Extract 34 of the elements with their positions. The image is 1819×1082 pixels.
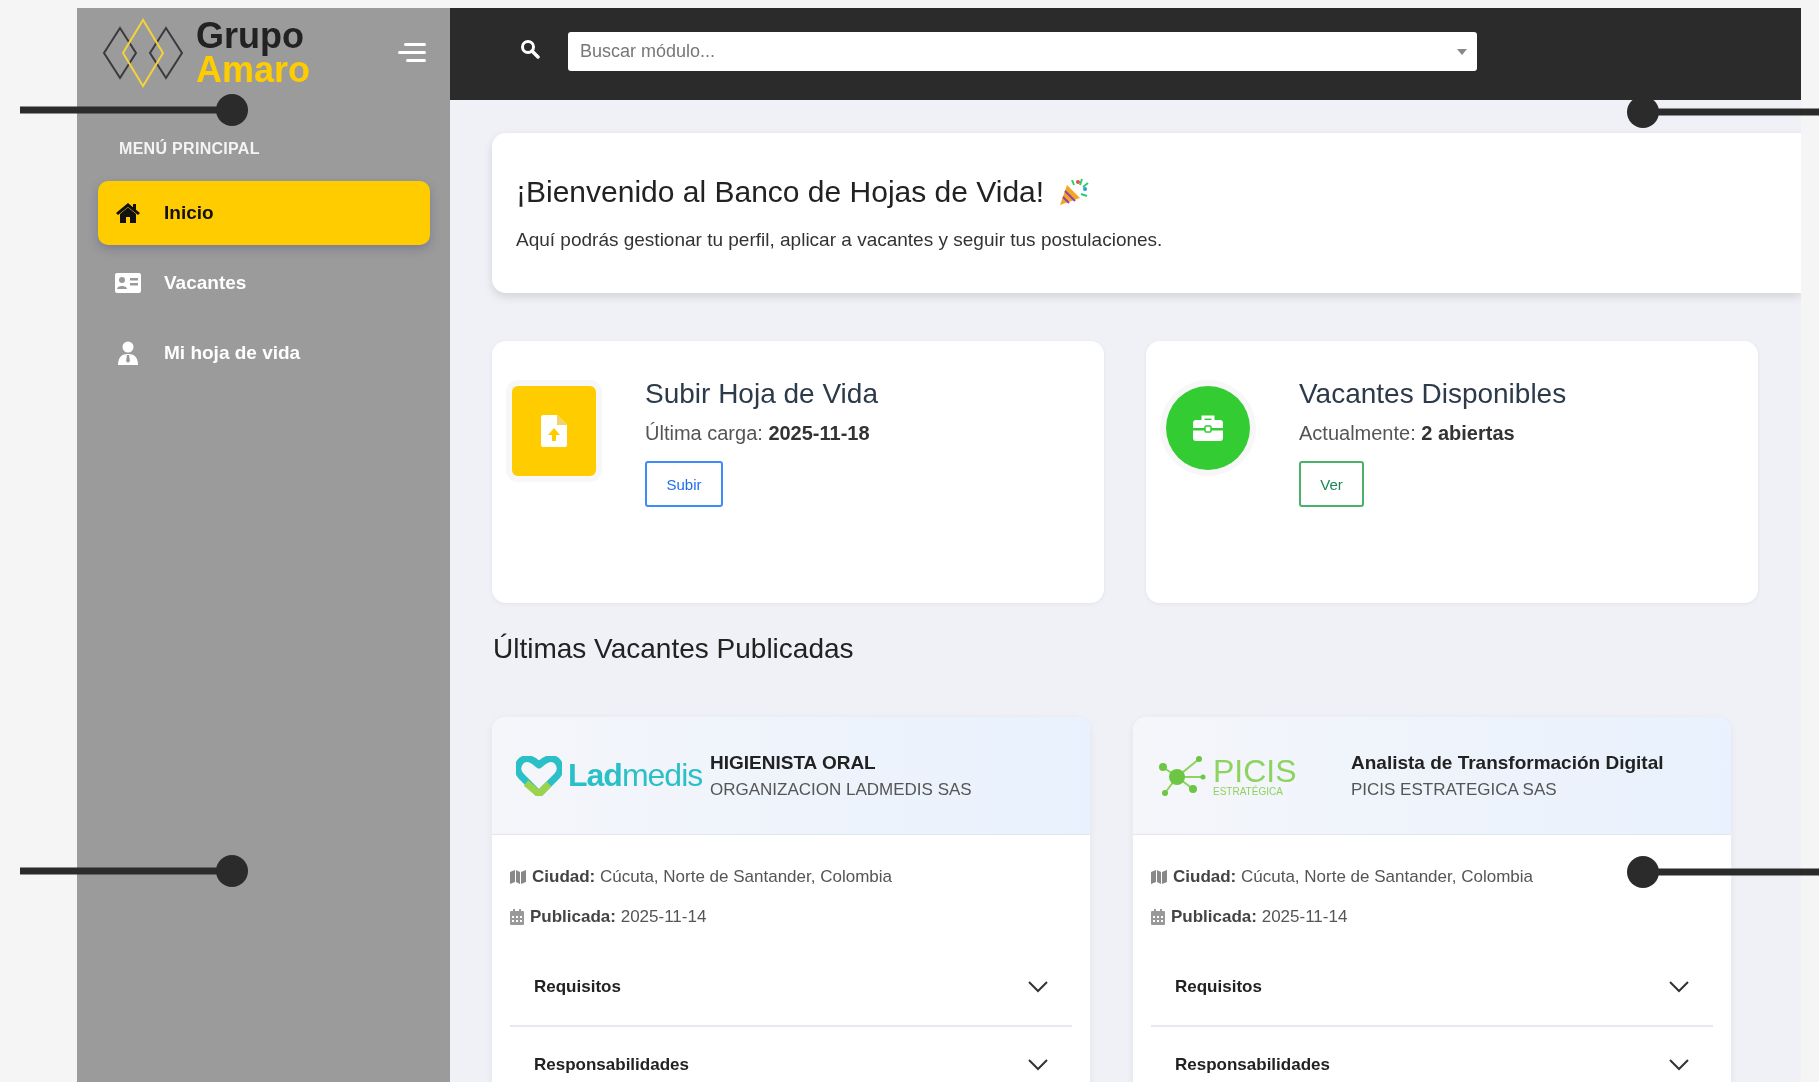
job-title: Analista de Transformación Digital — [1351, 751, 1664, 774]
section-title: MENÚ PRINCIPAL — [119, 140, 261, 158]
heart-logo-icon — [516, 755, 562, 796]
company-name: ORGANIZACION LADMEDIS SAS — [710, 779, 972, 800]
field-text: Ciudad: Cúcuta, Norte de Santander, Colombia — [532, 867, 892, 887]
logo-text: PICIS — [1213, 754, 1297, 787]
welcome-text: Aquí podrás gestionar tu perfil, aplicar a vacantes y seguir tus postulaciones. — [516, 229, 1164, 251]
search-field[interactable]: Buscar módulo... — [568, 31, 1477, 71]
field-text: Ciudad: Cúcuta, Norte de Santander, Colombia — [1173, 867, 1533, 887]
company-name: PICIS ESTRATEGICA SAS — [1351, 779, 1558, 800]
logo-text: Ladmedis — [568, 757, 703, 794]
job-title: HIGIENISTA ORAL — [710, 751, 877, 774]
stat-text: Última carga: 2025-11-18 — [645, 422, 870, 445]
map-icon — [1151, 870, 1167, 884]
section-heading: Últimas Vacantes Publicadas — [493, 633, 855, 665]
menu-icon[interactable] — [398, 42, 426, 64]
card-title: Subir Hoja de Vida — [645, 378, 878, 410]
upload-button[interactable]: Subir — [645, 461, 723, 507]
stat-text: Actualmente: 2 abiertas — [1299, 422, 1515, 445]
home-icon — [114, 202, 142, 224]
field-text: Publicada: 2025-11-14 — [1171, 907, 1348, 927]
view-button[interactable]: Ver — [1299, 461, 1364, 507]
calendar-icon — [1151, 909, 1165, 925]
party-popper-icon — [1058, 177, 1091, 207]
welcome-title: ¡Bienvenido al Banco de Hojas de Vida! — [516, 175, 1045, 209]
id-card-icon — [114, 273, 142, 293]
logo-text: ESTRATÉGICA — [1213, 786, 1284, 797]
caret-icon[interactable] — [1457, 48, 1467, 55]
calendar-icon — [510, 909, 524, 925]
logo-diamonds-icon — [100, 18, 186, 88]
field-text: Publicada: 2025-11-14 — [530, 907, 707, 927]
card-title: Vacantes Disponibles — [1299, 378, 1567, 410]
sidebar-item[interactable]: Inicio — [98, 181, 430, 245]
map-icon — [510, 870, 526, 884]
